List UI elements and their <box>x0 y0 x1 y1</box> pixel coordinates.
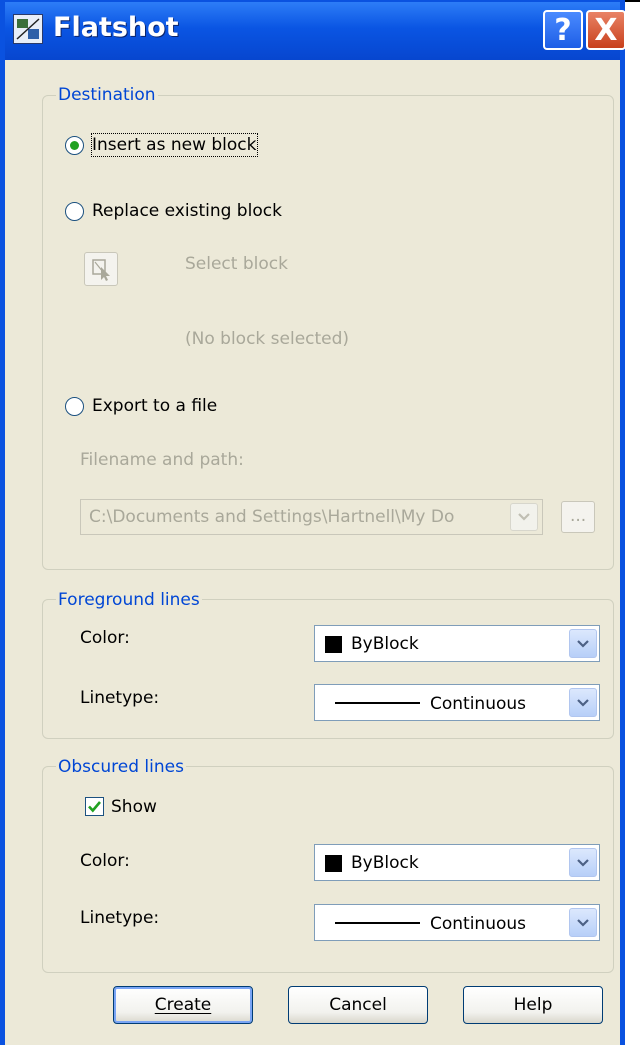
foreground-linetype-value: Continuous <box>430 694 527 714</box>
help-title-button[interactable]: ? <box>543 10 583 50</box>
linetype-sample <box>335 702 420 704</box>
obscured-lines-legend: Obscured lines <box>56 757 186 777</box>
foreground-lines-legend: Foreground lines <box>56 590 202 610</box>
close-button[interactable]: X <box>586 10 626 50</box>
no-block-selected-label: (No block selected) <box>185 329 350 349</box>
replace-existing-block-label[interactable]: Replace existing block <box>92 200 282 222</box>
chevron-down-icon <box>518 513 530 521</box>
help-button[interactable]: Help <box>463 986 603 1024</box>
filename-path-combobox[interactable]: C:\Documents and Settings\Hartnell\My Do <box>80 499 543 535</box>
obscured-color-value: ByBlock <box>351 853 419 873</box>
insert-new-block-label[interactable]: Insert as new block <box>91 133 258 157</box>
foreground-linetype-combobox[interactable]: Continuous <box>314 684 600 721</box>
foreground-color-value: ByBlock <box>351 634 419 654</box>
filename-path-value: C:\Documents and Settings\Hartnell\My Do <box>89 507 455 527</box>
linetype-sample <box>335 922 420 924</box>
color-swatch-black <box>325 636 342 653</box>
obscured-color-combobox[interactable]: ByBlock <box>314 844 600 881</box>
destination-legend: Destination <box>56 85 158 105</box>
chevron-down-icon <box>577 858 589 867</box>
foreground-color-combobox[interactable]: ByBlock <box>314 625 600 662</box>
close-icon: X <box>594 12 618 48</box>
create-button[interactable]: Create <box>113 986 253 1024</box>
obscured-linetype-dropdown[interactable] <box>569 908 597 937</box>
dialog-body: Destination Insert as new block Replace … <box>5 60 620 1045</box>
obscured-color-dropdown[interactable] <box>569 848 597 877</box>
browse-button-label: ... <box>570 506 587 526</box>
cancel-button[interactable]: Cancel <box>288 986 428 1024</box>
chevron-down-icon <box>577 639 589 648</box>
flatshot-icon <box>13 14 43 44</box>
obscured-color-label: Color: <box>80 851 130 871</box>
filename-dropdown-button[interactable] <box>510 503 538 531</box>
foreground-linetype-label: Linetype: <box>80 688 160 708</box>
chevron-down-icon <box>577 698 589 707</box>
help-button-label: Help <box>513 995 553 1015</box>
color-swatch-black <box>325 855 342 872</box>
checkmark-icon <box>88 801 101 813</box>
browse-button[interactable]: ... <box>561 501 595 533</box>
select-object-icon <box>92 259 110 281</box>
filename-path-label: Filename and path: <box>80 450 244 470</box>
export-to-file-radio[interactable] <box>65 397 84 416</box>
question-mark-icon: ? <box>554 12 572 48</box>
select-block-button[interactable] <box>84 252 118 286</box>
show-obscured-checkbox[interactable] <box>85 797 104 816</box>
select-block-label: Select block <box>185 254 288 274</box>
foreground-color-dropdown[interactable] <box>569 629 597 658</box>
title-bar[interactable]: Flatshot ? X <box>5 2 626 60</box>
replace-existing-block-radio[interactable] <box>65 202 84 221</box>
foreground-color-label: Color: <box>80 628 130 648</box>
insert-new-block-radio[interactable] <box>65 136 84 155</box>
obscured-linetype-value: Continuous <box>430 914 527 934</box>
chevron-down-icon <box>577 918 589 927</box>
show-obscured-label[interactable]: Show <box>111 796 157 818</box>
export-to-file-label[interactable]: Export to a file <box>92 395 217 417</box>
foreground-linetype-dropdown[interactable] <box>569 688 597 717</box>
obscured-linetype-combobox[interactable]: Continuous <box>314 904 600 941</box>
create-button-label: Create <box>154 995 212 1015</box>
obscured-linetype-label: Linetype: <box>80 908 160 928</box>
cancel-button-label: Cancel <box>329 995 387 1015</box>
window-title: Flatshot <box>53 12 179 43</box>
